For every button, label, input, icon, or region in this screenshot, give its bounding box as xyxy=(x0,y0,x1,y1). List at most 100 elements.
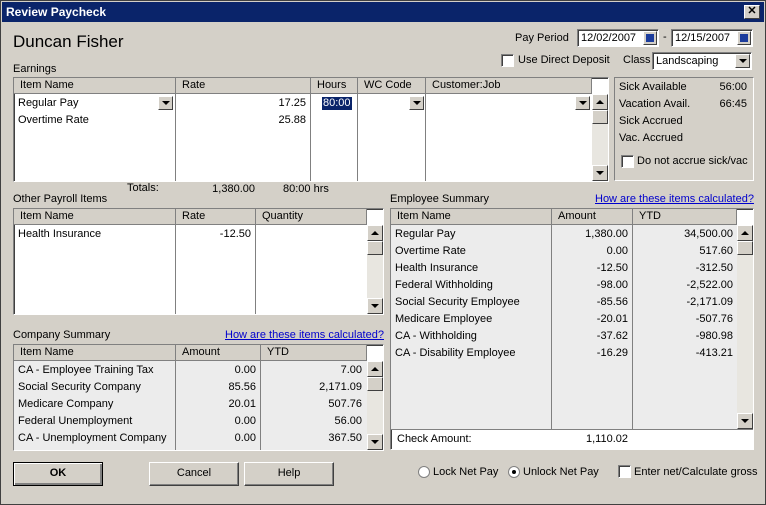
col-rate[interactable]: Rate xyxy=(176,78,311,94)
use-direct-deposit-label: Use Direct Deposit xyxy=(518,54,610,66)
employee-amount: -12.50 xyxy=(596,262,628,274)
scroll-down-icon[interactable] xyxy=(737,413,753,429)
employee-item: Regular Pay xyxy=(395,228,456,240)
earnings-rate[interactable]: 25.88 xyxy=(176,112,306,129)
window-title: Review Paycheck xyxy=(6,5,107,19)
earnings-item[interactable]: Overtime Rate xyxy=(18,112,158,129)
col-item-name[interactable]: Item Name xyxy=(14,345,176,361)
scroll-up-icon[interactable] xyxy=(367,225,383,241)
company-amount: 0.00 xyxy=(234,415,256,427)
pay-period-label: Pay Period xyxy=(515,32,569,44)
other-payroll-rate[interactable]: -12.50 xyxy=(176,226,251,243)
chevron-down-icon[interactable] xyxy=(158,96,173,110)
col-item-name[interactable]: Item Name xyxy=(391,209,552,225)
company-amount: 20.01 xyxy=(228,398,256,410)
help-button[interactable]: Help xyxy=(244,462,334,486)
company-item: Federal Unemployment xyxy=(18,415,133,427)
unlock-net-pay-radio[interactable] xyxy=(508,466,520,478)
enter-net-checkbox[interactable] xyxy=(618,465,631,478)
employee-ytd: -2,171.09 xyxy=(686,296,733,308)
scroll-thumb[interactable] xyxy=(367,241,383,255)
employee-amount: 0.00 xyxy=(606,245,628,257)
unlock-net-pay-label: Unlock Net Pay xyxy=(523,466,599,478)
other-payroll-scrollbar[interactable] xyxy=(367,225,383,314)
company-ytd: 56.00 xyxy=(334,415,362,427)
company-amount: 0.00 xyxy=(234,432,256,444)
class-select[interactable]: Landscaping xyxy=(652,52,752,70)
cancel-button[interactable]: Cancel xyxy=(149,462,239,486)
col-item-name[interactable]: Item Name xyxy=(14,209,176,225)
chevron-down-icon[interactable] xyxy=(735,54,750,68)
col-quantity[interactable]: Quantity xyxy=(256,209,367,225)
col-amount[interactable]: Amount xyxy=(176,345,261,361)
vacation-available-label: Vacation Avail. xyxy=(619,98,691,110)
employee-amount: -20.01 xyxy=(596,313,628,325)
enter-net-label: Enter net/Calculate gross xyxy=(634,466,758,478)
company-item: CA - Unemployment Company xyxy=(18,432,167,444)
chevron-down-icon[interactable] xyxy=(409,96,424,110)
company-summary-header: Item Name Amount YTD xyxy=(14,345,367,361)
employee-amount: -37.62 xyxy=(596,330,628,342)
col-rate[interactable]: Rate xyxy=(176,209,256,225)
employee-calc-link[interactable]: How are these items calculated? xyxy=(595,193,754,205)
employee-item: Health Insurance xyxy=(395,262,479,274)
scroll-down-icon[interactable] xyxy=(367,434,383,450)
scroll-thumb[interactable] xyxy=(592,110,608,124)
scroll-down-icon[interactable] xyxy=(592,165,608,181)
pay-period-end-field[interactable]: 12/15/2007 xyxy=(671,29,753,47)
earnings-label: Earnings xyxy=(13,63,57,75)
pay-period-start-field[interactable]: 12/02/2007 xyxy=(577,29,659,47)
col-ytd[interactable]: YTD xyxy=(633,209,737,225)
employee-ytd: 517.60 xyxy=(699,245,733,257)
calendar-icon[interactable] xyxy=(643,31,657,45)
close-icon[interactable]: ✕ xyxy=(744,5,760,19)
earnings-table: Item Name Rate Hours WC Code Customer:Jo… xyxy=(13,77,609,182)
earnings-rate[interactable]: 17.25 xyxy=(176,95,306,112)
company-ytd: 367.50 xyxy=(328,432,362,444)
company-amount: 0.00 xyxy=(234,364,256,376)
employee-summary-header: Item Name Amount YTD xyxy=(391,209,737,225)
check-amount-label: Check Amount: xyxy=(397,433,472,445)
vacation-available-value: 66:45 xyxy=(719,98,747,110)
employee-ytd: -980.98 xyxy=(695,330,733,342)
col-customer-job[interactable]: Customer:Job xyxy=(426,78,592,94)
col-wc-code[interactable]: WC Code xyxy=(358,78,426,94)
col-item-name[interactable]: Item Name xyxy=(14,78,176,94)
earnings-item[interactable]: Regular Pay xyxy=(18,95,158,112)
employee-summary-scrollbar[interactable] xyxy=(737,225,753,429)
do-not-accrue-checkbox[interactable] xyxy=(621,155,634,168)
sick-available-value: 56:00 xyxy=(719,81,747,93)
col-amount[interactable]: Amount xyxy=(552,209,633,225)
col-ytd[interactable]: YTD xyxy=(261,345,367,361)
employee-item: CA - Disability Employee xyxy=(395,347,516,359)
calendar-icon[interactable] xyxy=(737,31,751,45)
lock-net-pay-radio[interactable] xyxy=(418,466,430,478)
earnings-hours[interactable]: 80:00 xyxy=(322,97,352,110)
scroll-thumb[interactable] xyxy=(737,241,753,255)
scroll-up-icon[interactable] xyxy=(737,225,753,241)
use-direct-deposit-checkbox[interactable] xyxy=(501,54,514,67)
ok-button[interactable]: OK xyxy=(13,462,103,486)
chevron-down-icon[interactable] xyxy=(575,96,590,110)
other-payroll-item[interactable]: Health Insurance xyxy=(18,226,101,243)
earnings-scrollbar[interactable] xyxy=(592,94,608,181)
check-amount-value: 1,110.02 xyxy=(585,433,628,445)
sick-available-label: Sick Available xyxy=(619,81,687,93)
col-hours[interactable]: Hours xyxy=(311,78,358,94)
sick-vacation-panel: Sick Available 56:00 Vacation Avail. 66:… xyxy=(614,77,754,181)
company-summary-scrollbar[interactable] xyxy=(367,361,383,450)
scroll-up-icon[interactable] xyxy=(592,94,608,110)
scroll-up-icon[interactable] xyxy=(367,361,383,377)
employee-amount: -85.56 xyxy=(596,296,628,308)
employee-ytd: -507.76 xyxy=(695,313,733,325)
employee-ytd: 34,500.00 xyxy=(684,228,733,240)
company-summary-label: Company Summary xyxy=(13,329,111,341)
company-item: Medicare Company xyxy=(18,398,114,410)
company-ytd: 7.00 xyxy=(340,364,362,376)
employee-amount: -98.00 xyxy=(596,279,628,291)
scroll-thumb[interactable] xyxy=(367,377,383,391)
other-payroll-header: Item Name Rate Quantity xyxy=(14,209,367,225)
scroll-down-icon[interactable] xyxy=(367,298,383,314)
employee-item: Social Security Employee xyxy=(395,296,520,308)
company-calc-link[interactable]: How are these items calculated? xyxy=(225,329,384,341)
